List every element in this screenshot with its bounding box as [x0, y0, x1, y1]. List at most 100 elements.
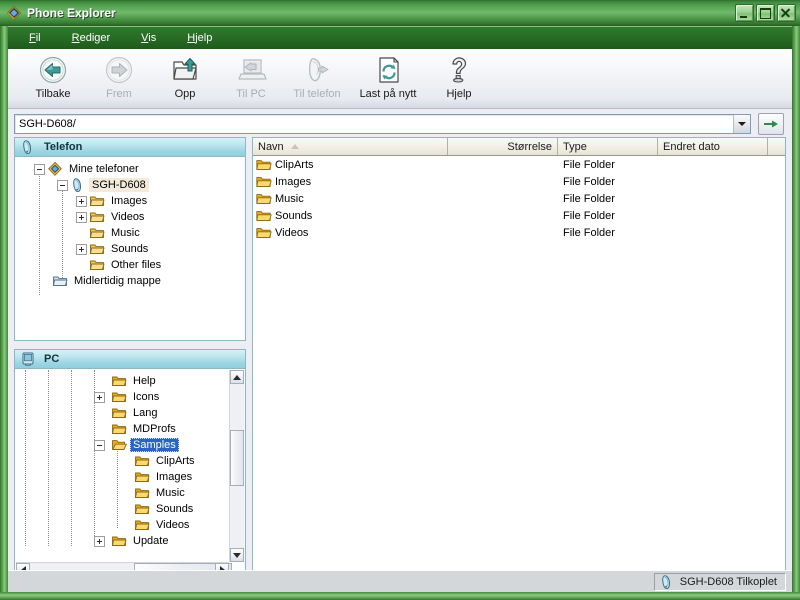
- tree-item-other-files[interactable]: Other files: [15, 257, 245, 273]
- close-button[interactable]: [777, 4, 796, 22]
- tree-item-videos-pc[interactable]: Videos: [15, 517, 230, 533]
- menu-item-hjelp[interactable]: Hjelp: [178, 30, 224, 46]
- minimize-button[interactable]: [735, 4, 754, 22]
- tree-item-lang[interactable]: Lang: [15, 405, 230, 421]
- pc-tree-vertical-scrollbar[interactable]: [229, 370, 244, 562]
- go-arrow-icon: [764, 120, 778, 127]
- column-header-storrelse[interactable]: Størrelse: [448, 138, 558, 155]
- maximize-button[interactable]: [756, 4, 775, 22]
- address-combobox[interactable]: SGH-D608/: [14, 113, 751, 134]
- toolbar-button-forward[interactable]: Frem: [86, 49, 152, 105]
- tree-expander-minus[interactable]: [34, 164, 45, 175]
- phone-tree[interactable]: Mine telefoner SGH-D608 Images Videos Mu…: [15, 158, 245, 340]
- toolbar-button-back[interactable]: Tilbake: [20, 49, 86, 105]
- tree-expander-plus[interactable]: [76, 212, 87, 223]
- column-header-type[interactable]: Type: [558, 138, 658, 155]
- address-bar: SGH-D608/: [8, 110, 792, 137]
- file-list[interactable]: Navn Størrelse Type Endret dato ClipArts…: [252, 137, 786, 579]
- column-header-navn[interactable]: Navn: [253, 138, 448, 155]
- toolbar: Tilbake Frem Opp Til PC Til telefon Last…: [8, 49, 792, 109]
- tree-label: MDProfs: [133, 423, 176, 435]
- tree-expander-minus[interactable]: [57, 180, 68, 191]
- to-pc-laptop-icon: [235, 54, 267, 86]
- tree-item-videos[interactable]: Videos: [15, 209, 245, 225]
- table-row[interactable]: ClipArts File Folder: [253, 156, 785, 173]
- tree-expander-plus[interactable]: [94, 392, 105, 403]
- table-row[interactable]: Videos File Folder: [253, 224, 785, 241]
- tree-item-sgh-d608[interactable]: SGH-D608: [15, 177, 245, 193]
- computer-icon: [20, 351, 36, 367]
- tree-expander-plus[interactable]: [76, 244, 87, 255]
- toolbar-button-refresh[interactable]: Last på nytt: [350, 49, 426, 105]
- address-dropdown-button[interactable]: [733, 114, 750, 133]
- tree-item-images-pc[interactable]: Images: [15, 469, 230, 485]
- tree-item-help[interactable]: Help: [15, 373, 230, 389]
- column-header-endret-dato[interactable]: Endret dato: [658, 138, 768, 155]
- tree-item-images[interactable]: Images: [15, 193, 245, 209]
- address-input[interactable]: SGH-D608/: [15, 118, 733, 130]
- client-area: Fil Rediger Vis Hjelp Tilbake Frem Opp T…: [8, 26, 792, 592]
- tree-item-music-pc[interactable]: Music: [15, 485, 230, 501]
- table-row[interactable]: Music File Folder: [253, 190, 785, 207]
- menu-item-fil[interactable]: Fil: [20, 30, 53, 46]
- table-row[interactable]: Sounds File Folder: [253, 207, 785, 224]
- vertical-scroll-thumb[interactable]: [230, 430, 244, 486]
- tree-item-clipArts[interactable]: ClipArts: [15, 453, 230, 469]
- column-header-type-label: Type: [563, 140, 587, 153]
- column-header-storrelse-label: Størrelse: [507, 140, 552, 153]
- file-type: File Folder: [563, 158, 615, 171]
- file-name: Videos: [275, 226, 309, 239]
- tree-item-sounds[interactable]: Sounds: [15, 241, 245, 257]
- folder-blue-icon: [89, 257, 105, 273]
- tree-label-selected: SGH-D608: [89, 178, 149, 192]
- toolbar-button-up[interactable]: Opp: [152, 49, 218, 105]
- table-row[interactable]: Images File Folder: [253, 173, 785, 190]
- tree-label: Sounds: [111, 243, 149, 255]
- toolbar-label-help: Hjelp: [446, 88, 472, 100]
- menu-item-rediger[interactable]: Rediger: [63, 30, 123, 46]
- left-column: Telefon Mine telefoner SGH-D608 Images V…: [14, 137, 246, 579]
- toolbar-label-to-phone: Til telefon: [293, 88, 341, 100]
- tree-item-mine-telefoner[interactable]: Mine telefoner: [15, 161, 245, 177]
- toolbar-label-refresh: Last på nytt: [359, 88, 417, 100]
- pc-tree[interactable]: Help Icons Lang MDProfs Samples ClipArts…: [15, 370, 230, 563]
- title-bar: Phone Explorer: [0, 0, 800, 26]
- tree-label: Sounds: [156, 503, 194, 515]
- toolbar-button-to-pc[interactable]: Til PC: [218, 49, 284, 105]
- to-phone-icon: [301, 54, 333, 86]
- folder-yellow-icon: [111, 373, 127, 389]
- tree-label: Update: [133, 535, 169, 547]
- go-button[interactable]: [758, 112, 784, 135]
- tree-item-music[interactable]: Music: [15, 225, 245, 241]
- phone-panel: Telefon Mine telefoner SGH-D608 Images V…: [14, 137, 246, 341]
- tree-item-mdprofs[interactable]: MDProfs: [15, 421, 230, 437]
- toolbar-label-up: Opp: [174, 88, 196, 100]
- menu-item-fil-accel: F: [29, 32, 36, 44]
- menu-item-vis[interactable]: Vis: [132, 30, 168, 46]
- tree-item-icons[interactable]: Icons: [15, 389, 230, 405]
- my-phones-icon: [47, 161, 63, 177]
- menu-bar: Fil Rediger Vis Hjelp: [8, 27, 792, 49]
- folder-blue-icon: [89, 209, 105, 225]
- folder-yellow-icon: [111, 405, 127, 421]
- tree-label: Images: [156, 471, 193, 483]
- tree-item-update[interactable]: Update: [15, 533, 230, 549]
- scroll-up-button[interactable]: [230, 370, 244, 384]
- phone-panel-title: Telefon: [44, 141, 83, 153]
- toolbar-button-to-phone[interactable]: Til telefon: [284, 49, 350, 105]
- tree-expander-plus[interactable]: [94, 536, 105, 547]
- back-arrow-icon: [37, 54, 69, 86]
- tree-item-midlertidig-mappe[interactable]: Midlertidig mappe: [15, 273, 245, 289]
- scroll-down-button[interactable]: [230, 548, 244, 562]
- column-header-endret-dato-label: Endret dato: [663, 140, 720, 153]
- toolbar-button-help[interactable]: Hjelp: [426, 49, 492, 105]
- tree-expander-plus[interactable]: [76, 196, 87, 207]
- toolbar-label-forward: Frem: [106, 88, 132, 100]
- tree-label: Lang: [133, 407, 158, 419]
- menu-item-vis-rest: is: [148, 32, 157, 44]
- tree-expander-minus[interactable]: [94, 440, 105, 451]
- status-device-text: SGH-D608 Tilkoplet: [679, 575, 777, 588]
- file-name: Images: [275, 175, 312, 188]
- tree-item-sounds-pc[interactable]: Sounds: [15, 501, 230, 517]
- tree-item-samples[interactable]: Samples: [15, 437, 230, 453]
